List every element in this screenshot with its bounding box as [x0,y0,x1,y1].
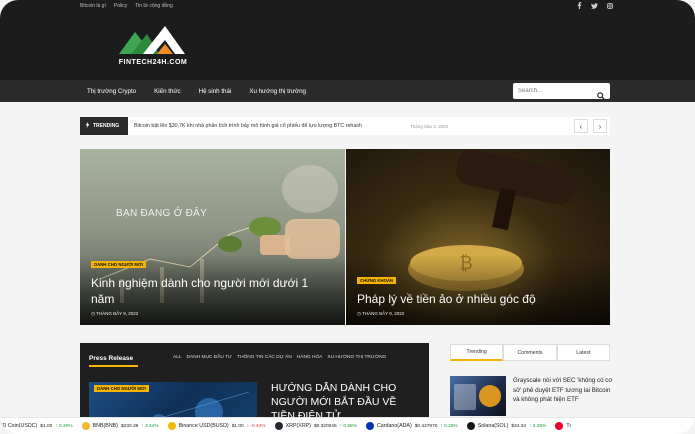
coin-icon [555,422,564,430]
featured-1-category-badge[interactable]: DÀNH CHO NGƯỜI MỚI [91,261,146,268]
sidebar-tabs: Trending Comments Latest [450,344,610,361]
search-input[interactable] [518,86,593,96]
ticker-coin-name: 'SD Coin(USDC) [0,423,38,429]
press-category-filters: ALL DANH MỤC ĐẦU TƯ THÔNG TIN CÁC DỰ ÁN … [173,355,386,360]
press-release-title: Press Release [89,355,134,362]
nav-item-crypto-market[interactable]: Thị trường Crypto [87,88,136,95]
trending-prev-button[interactable]: ‹ [574,119,588,133]
featured-2-category-badge[interactable]: CHỨNG KHOÁN [357,277,397,284]
clock-icon: ◷ [91,311,95,316]
ticker-price: $230.39 [120,423,139,429]
page-frame: Bitcoin là gì Policy Tin từ cộng đồng FI… [0,0,695,434]
featured-1-date-text: THÁNG BẢY 9, 2022 [96,311,139,316]
side-image-art [454,384,501,410]
coin-icon [274,422,283,430]
facebook-icon[interactable] [576,2,583,9]
logo-text: FINTECH24H.COM [118,59,188,66]
featured-2-date-text: THÁNG BẢY 9, 2022 [362,311,405,316]
ticker-item[interactable]: Binance USD(BUSD) $1.00 ↓ -0.44% [167,422,266,430]
ticker-change: ↑ 0.30% [55,423,73,429]
featured-card-2[interactable]: ₿ CHỨNG KHOÁN Pháp lý về tiền ảo ở nhiều… [346,149,610,325]
ticker-change: ↑ 2.44% [141,423,159,429]
bolt-icon [85,122,90,130]
clock-icon: ◷ [357,311,361,316]
ticker-item[interactable]: Cardano(ADA) $0.427970 ↑ 0.28% [365,422,458,430]
press-title-underline [89,365,138,367]
trending-date: Tháng Sáu 3, 2022 [410,123,449,129]
ticker-price: $34.34 [511,423,527,429]
ticker-item[interactable]: Tr [555,422,577,430]
ticker-coin-name: Binance USD(BUSD) [178,423,229,429]
top-links: Bitcoin là gì Policy Tin từ cộng đồng [80,3,173,9]
featured-2-date: ◷ THÁNG BẢY 9, 2022 [357,311,404,317]
ticker-coin-name: BNB(BNB) [92,423,118,429]
ticker-price: $1.00 [40,423,53,429]
logo-mark-icon [119,26,185,54]
ticker-change: ↑ 0.28% [440,423,458,429]
coin-icon [167,422,176,430]
ticker-item[interactable]: Solana(SOL) $34.34 ↑ 2.36% [466,422,547,430]
top-link-policy[interactable]: Policy [114,3,127,9]
nav-item-ecosystem[interactable]: Hệ sinh thái [199,88,232,95]
featured-1-date: ◷ THÁNG BẢY 9, 2022 [91,311,138,317]
ticker-change: ↑ 2.36% [529,423,547,429]
tab-comments[interactable]: Comments [503,344,557,361]
chevron-left-icon: ‹ [579,121,583,131]
search-box [513,83,610,100]
press-filter-projects[interactable]: THÔNG TIN CÁC DỰ ÁN [237,355,292,360]
ticker-change: ↑ 0.68% [339,423,357,429]
tab-trending[interactable]: Trending [450,344,504,361]
ticker-change: ↓ -0.44% [246,423,266,429]
ticker-price: $1.00 [231,423,244,429]
trending-next-button[interactable]: › [593,119,607,133]
ticker-coin-name: Solana(SOL) [477,423,509,429]
ticker-item[interactable]: 'SD Coin(USDC) $1.00 ↑ 0.30% [0,423,73,429]
nav-item-market-trends[interactable]: Xu hướng thị trường [249,88,306,95]
ticker-item[interactable]: XRP(XRP) $0.320045 ↑ 0.68% [274,422,357,430]
ticker-coin-name: Tr [566,423,572,429]
top-link-community[interactable]: Tin từ cộng đồng [135,3,173,9]
trending-bar: TRENDING Bitcoin bật lên $30,7K khi nhà … [80,117,610,135]
featured-card-1[interactable]: BẠN ĐANG Ở ĐÂY DÀNH CHO NGƯỜI MỚI Kinh n… [80,149,345,325]
nav-item-knowledge[interactable]: Kiến thức [154,88,181,95]
side-article-image[interactable] [450,376,506,416]
crypto-ticker: 'SD Coin(USDC) $1.00 ↑ 0.30% BNB(BNB) $230.3… [0,417,695,434]
trending-label-text: TRENDING [93,123,120,129]
coin-icon [466,422,475,430]
chevron-right-icon: › [598,121,602,131]
search-icon[interactable] [597,87,605,100]
side-article-title[interactable]: Grayscale nói với SEC 'không có cơ sở' p… [513,376,613,405]
press-filter-market-trends[interactable]: XU HƯỚNG THỊ TRƯỜNG [327,355,386,360]
social-links [576,2,613,9]
press-filter-all[interactable]: ALL [173,355,182,360]
press-filter-portfolio[interactable]: DANH MỤC ĐẦU TƯ [187,355,233,360]
tab-latest[interactable]: Latest [556,344,610,361]
trending-headline[interactable]: Bitcoin bật lên $30,7K khi nhà phân tích… [134,123,362,129]
site-logo[interactable]: FINTECH24H.COM [113,24,193,70]
ticker-price: $0.320045 [313,423,337,429]
trending-label: TRENDING [80,117,128,135]
ticker-coin-name: Cardano(ADA) [376,423,412,429]
top-link-bitcoin[interactable]: Bitcoin là gì [80,3,106,9]
instagram-icon[interactable] [606,2,613,9]
header: Bitcoin là gì Policy Tin từ cộng đồng FI… [0,0,695,80]
featured-1-title[interactable]: Kinh nghiệm dành cho người mới dưới 1 nă… [91,275,331,307]
ticker-price: $0.427970 [414,423,438,429]
coin-icon [365,422,374,430]
featured-1-overlay-text: BẠN ĐANG Ở ĐÂY [116,208,208,219]
coin-icon [81,422,90,430]
featured-2-title[interactable]: Pháp lý về tiền ảo ở nhiều góc độ [357,291,597,307]
twitter-icon[interactable] [591,2,598,9]
ticker-item[interactable]: BNB(BNB) $230.39 ↑ 2.44% [81,422,159,430]
ticker-coin-name: XRP(XRP) [285,423,311,429]
press-filter-commodities[interactable]: HÀNG HÓA [297,355,323,360]
